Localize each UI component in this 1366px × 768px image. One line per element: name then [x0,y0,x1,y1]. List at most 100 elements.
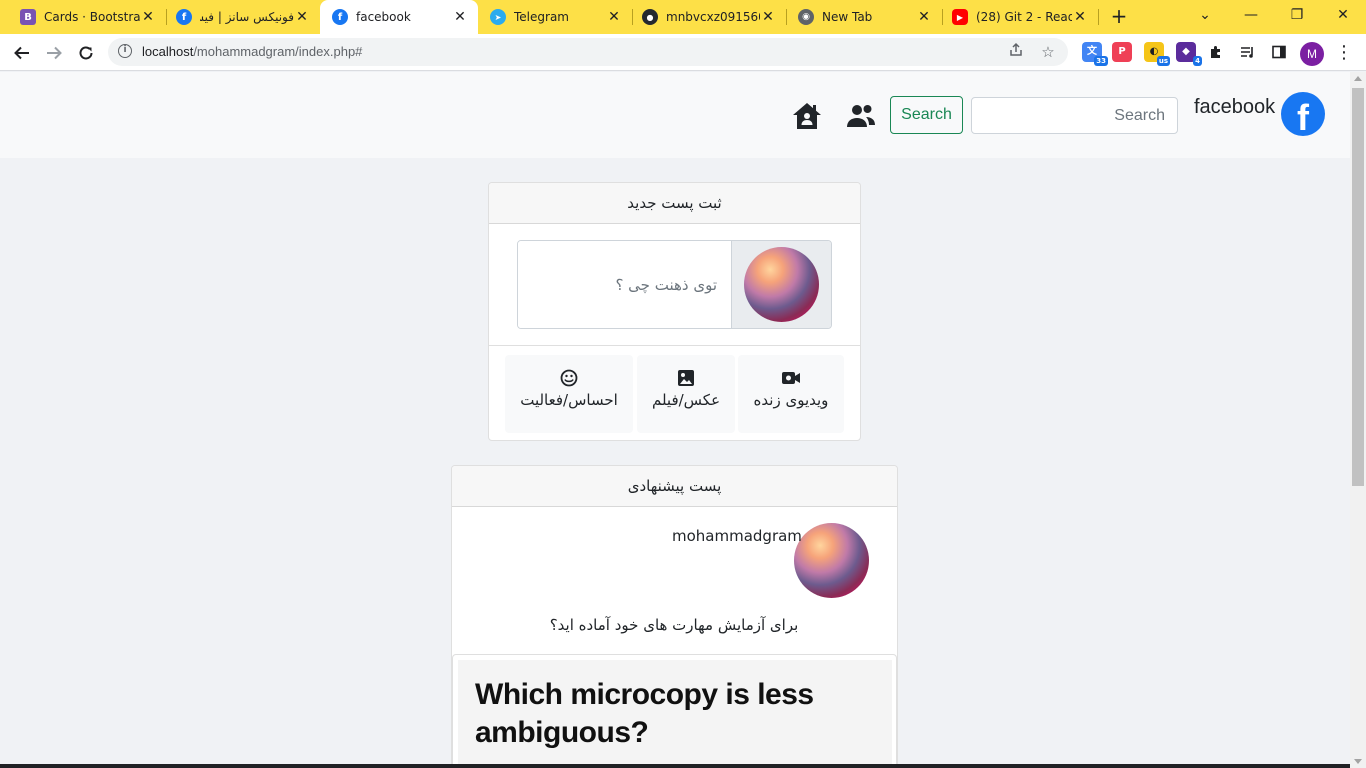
video-camera-icon [782,372,800,384]
new-tab-button[interactable]: + [1108,5,1130,27]
profile-avatar[interactable]: M [1300,42,1324,66]
forward-button[interactable] [41,40,67,66]
arrow-right-icon [47,46,62,60]
tab-close-icon[interactable]: ✕ [1072,9,1088,25]
tab-title: Telegram [514,10,569,24]
author-avatar[interactable] [794,523,869,598]
youtube-icon: ▶ [952,9,968,25]
address-bar[interactable]: i localhost/mohammadgram/index.php# ☆ [108,38,1068,66]
pocket-extension-icon[interactable]: P [1112,42,1132,62]
extension-glyph: P [1118,46,1126,57]
side-panel-icon[interactable] [1269,42,1289,62]
menu-dots-icon[interactable]: ⋮ [1331,40,1357,66]
new-post-header: ثبت پست جدید [489,183,860,224]
tab-title: facebook [356,10,411,24]
tab-title: فونیکس سانز | فیس [200,10,294,24]
photo-video-label: عکس/فیلم [651,391,721,409]
vpn-extension-icon[interactable]: ◐ us [1144,42,1170,66]
tab-title: mnbvcxz0915600 [666,10,760,24]
url-host: localhost [142,44,194,59]
compose-avatar-cell [731,241,831,328]
site-info-icon[interactable]: i [118,44,132,58]
smiley-icon [560,369,578,387]
browser-tab-strip: B Cards · Bootstrap ✕ f فونیکس سانز | فی… [0,0,1366,34]
bootstrap-icon: B [20,9,36,25]
post-media[interactable]: Which microcopy is less ambiguous? [452,654,897,768]
scroll-up-icon[interactable] [1354,76,1362,81]
post-text: برای آزمایش مهارت های خود آماده اید؟ [549,616,799,634]
user-avatar[interactable] [744,247,819,322]
card-divider [489,345,860,346]
extension-badge: 33 [1094,56,1108,66]
browser-tab-facebook[interactable]: f facebook ✕ [320,0,478,34]
browser-toolbar: i localhost/mohammadgram/index.php# ☆ 文3… [0,34,1366,71]
site-navbar: f facebook Search [0,72,1350,158]
friends-icon[interactable] [845,100,877,132]
minimize-button[interactable]: — [1228,0,1274,32]
media-queue-icon[interactable] [1237,42,1257,62]
tab-title: (28) Git 2 - Readn [976,10,1072,24]
translate-extension-icon[interactable]: 文 33 [1082,42,1108,66]
tab-close-icon[interactable]: ✕ [140,9,156,25]
share-icon[interactable] [1006,42,1026,62]
browser-tab-fonts[interactable]: f فونیکس سانز | فیس ✕ [164,0,320,34]
taskbar-edge [0,764,1350,768]
compose-post-input[interactable] [518,241,731,328]
browser-tab-new-tab[interactable]: ◉ New Tab ✕ [786,0,942,34]
feeling-activity-label: احساس/فعالیت [520,391,618,409]
extension-badge: 4 [1193,56,1202,66]
photo-icon [678,370,694,386]
telegram-icon: ➤ [490,9,506,25]
search-button[interactable]: Search [890,96,963,134]
page-content: f facebook Search ثبت پست جدید ویدیوی زن… [0,72,1350,768]
tab-close-icon[interactable]: ✕ [606,9,622,25]
new-post-card: ثبت پست جدید ویدیوی زنده عکس/فیلم احساس/… [488,182,861,441]
extension-glyph: ◐ [1149,46,1159,57]
arrow-left-icon [14,46,29,60]
extension-badge: us [1156,56,1170,66]
facebook-icon: f [332,9,348,25]
post-media-title: Which microcopy is less ambiguous? [475,678,814,749]
scrollbar-thumb[interactable] [1352,88,1364,486]
github-icon: ● [642,9,658,25]
extension-glyph: ◆ [1182,46,1190,57]
photo-video-button[interactable]: عکس/فیلم [637,355,735,433]
tab-search-button[interactable]: ⌄ [1182,0,1228,32]
tab-close-icon[interactable]: ✕ [760,9,776,25]
feeling-activity-button[interactable]: احساس/فعالیت [505,355,633,433]
extensions-puzzle-icon[interactable] [1206,42,1226,62]
live-video-label: ویدیوی زنده [753,391,829,409]
url-text[interactable]: localhost/mohammadgram/index.php# [142,44,362,59]
tab-close-icon[interactable]: ✕ [294,9,310,25]
compose-input-group [517,240,832,329]
browser-tab-github[interactable]: ● mnbvcxz0915600 ✕ [630,0,786,34]
tab-close-icon[interactable]: ✕ [452,9,468,25]
tab-title: New Tab [822,10,873,24]
purple-extension-icon[interactable]: ◆ 4 [1176,42,1202,66]
facebook-icon: f [176,9,192,25]
url-path: /mohammadgram/index.php# [193,44,363,59]
suggested-post-header: پست پیشنهادی [452,466,897,507]
browser-tab-youtube[interactable]: ▶ (28) Git 2 - Readn ✕ [940,0,1098,34]
close-window-button[interactable]: ✕ [1320,0,1366,32]
chrome-icon: ◉ [798,9,814,25]
restore-button[interactable]: ❐ [1274,0,1320,32]
back-button[interactable] [9,40,35,66]
tab-close-icon[interactable]: ✕ [916,9,932,25]
live-video-button[interactable]: ویدیوی زنده [738,355,844,433]
house-user-icon[interactable] [791,100,823,132]
tab-title: Cards · Bootstrap [44,10,140,24]
reload-button[interactable] [73,40,99,66]
bookmark-star-icon[interactable]: ☆ [1038,42,1058,62]
facebook-logo-icon[interactable]: f [1281,92,1325,136]
tab-separator [1098,9,1099,25]
post-media-image: Which microcopy is less ambiguous? [458,660,892,768]
browser-tab-bootstrap[interactable]: B Cards · Bootstrap ✕ [8,0,166,34]
browser-tab-telegram[interactable]: ➤ Telegram ✕ [478,0,632,34]
scroll-down-icon[interactable] [1354,759,1362,764]
reload-icon [79,46,93,60]
author-name[interactable]: mohammadgram [672,527,802,545]
search-input[interactable] [971,97,1178,134]
brand-name[interactable]: facebook [1194,96,1275,119]
page-scrollbar[interactable] [1350,72,1366,768]
